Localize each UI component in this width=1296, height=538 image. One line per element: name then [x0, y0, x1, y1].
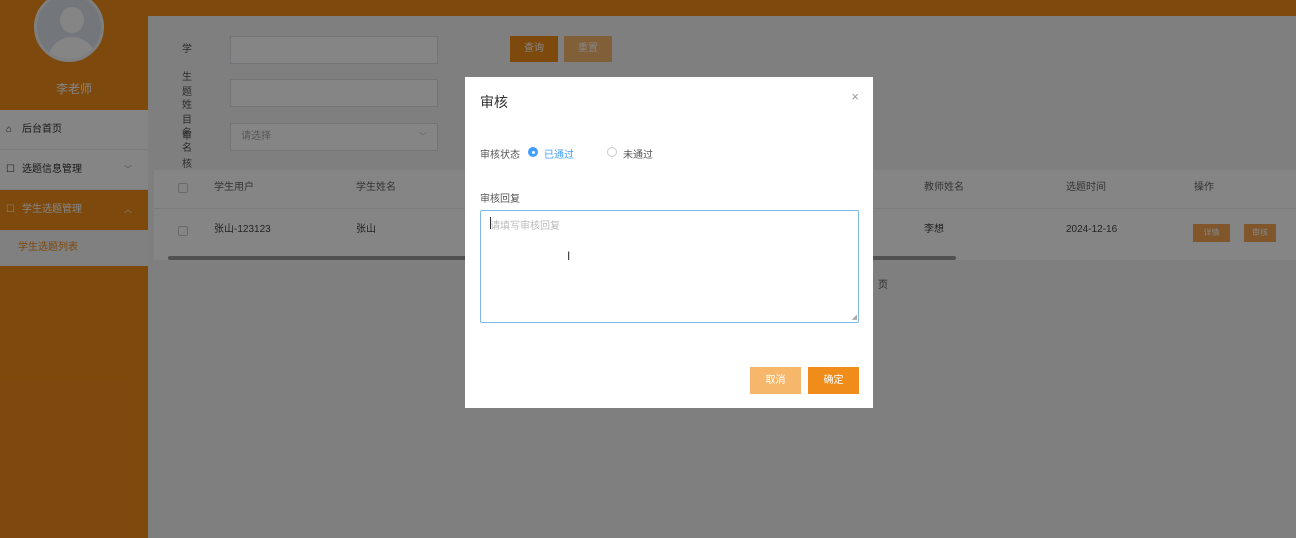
review-reply-label: 审核回复 — [480, 194, 520, 205]
resize-handle-icon[interactable]: ◢ — [852, 313, 857, 321]
textarea-placeholder: 请填写审核回复 — [490, 221, 560, 232]
radio-label: 已通过 — [544, 150, 574, 161]
text-caret — [490, 217, 491, 229]
radio-unchecked-icon — [607, 147, 617, 157]
close-icon[interactable]: × — [851, 89, 859, 104]
dialog-title: 审核 — [480, 94, 508, 110]
radio-checked-icon — [528, 147, 538, 157]
review-reply-textarea[interactable]: 请填写审核回复 I ◢ — [480, 210, 859, 323]
radio-label: 未通过 — [623, 150, 653, 161]
cancel-button[interactable]: 取消 — [750, 367, 801, 394]
review-status-label: 审核状态 — [480, 150, 520, 161]
ibeam-cursor-icon: I — [567, 249, 571, 263]
confirm-button[interactable]: 确定 — [808, 367, 859, 394]
review-dialog: 审核 × 审核状态 已通过 未通过 审核回复 请填写审核回复 I ◢ 取消 确定 — [465, 77, 873, 408]
